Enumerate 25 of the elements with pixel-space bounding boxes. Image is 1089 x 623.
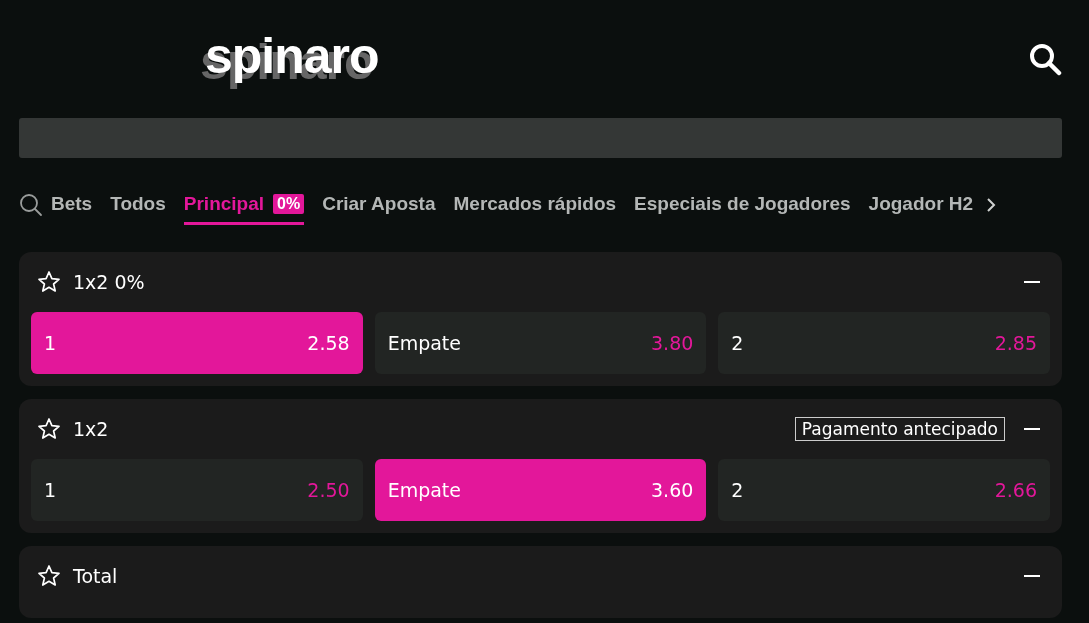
percent-badge: 0% [273, 194, 305, 214]
chevron-right-icon[interactable] [985, 197, 998, 213]
tab[interactable]: Criar Aposta [322, 185, 436, 225]
tab[interactable]: Todos [110, 185, 166, 225]
odds-button[interactable]: 2 2.66 [718, 459, 1050, 521]
odds-button[interactable]: Empate 3.80 [374, 312, 707, 374]
star-icon[interactable] [37, 270, 61, 294]
tab[interactable]: Especiais de Jogadores [634, 185, 851, 225]
odds-button[interactable]: 2 2.85 [718, 312, 1050, 374]
tab[interactable]: Principal 0% [183, 185, 305, 225]
odds-button[interactable]: Empate 3.60 [374, 459, 707, 521]
odds-button[interactable]: 1 2.50 [31, 459, 363, 521]
odds-button[interactable]: 1 2.58 [31, 312, 363, 374]
tab[interactable]: Mercados rápidos [453, 185, 617, 225]
market-tag: Pagamento antecipado [794, 417, 1005, 441]
tab[interactable]: Bets [51, 185, 93, 225]
search-icon[interactable] [1028, 42, 1062, 76]
star-icon[interactable] [37, 417, 61, 441]
star-icon[interactable] [37, 564, 61, 588]
market-title: Total [73, 565, 118, 587]
market-title: 1x2 [73, 418, 109, 440]
market-title: 1x2 0% [73, 271, 145, 293]
search-icon[interactable] [19, 193, 43, 217]
logo[interactable]: spinaro [205, 27, 1028, 91]
tab[interactable]: Jogador H2 [868, 185, 974, 225]
